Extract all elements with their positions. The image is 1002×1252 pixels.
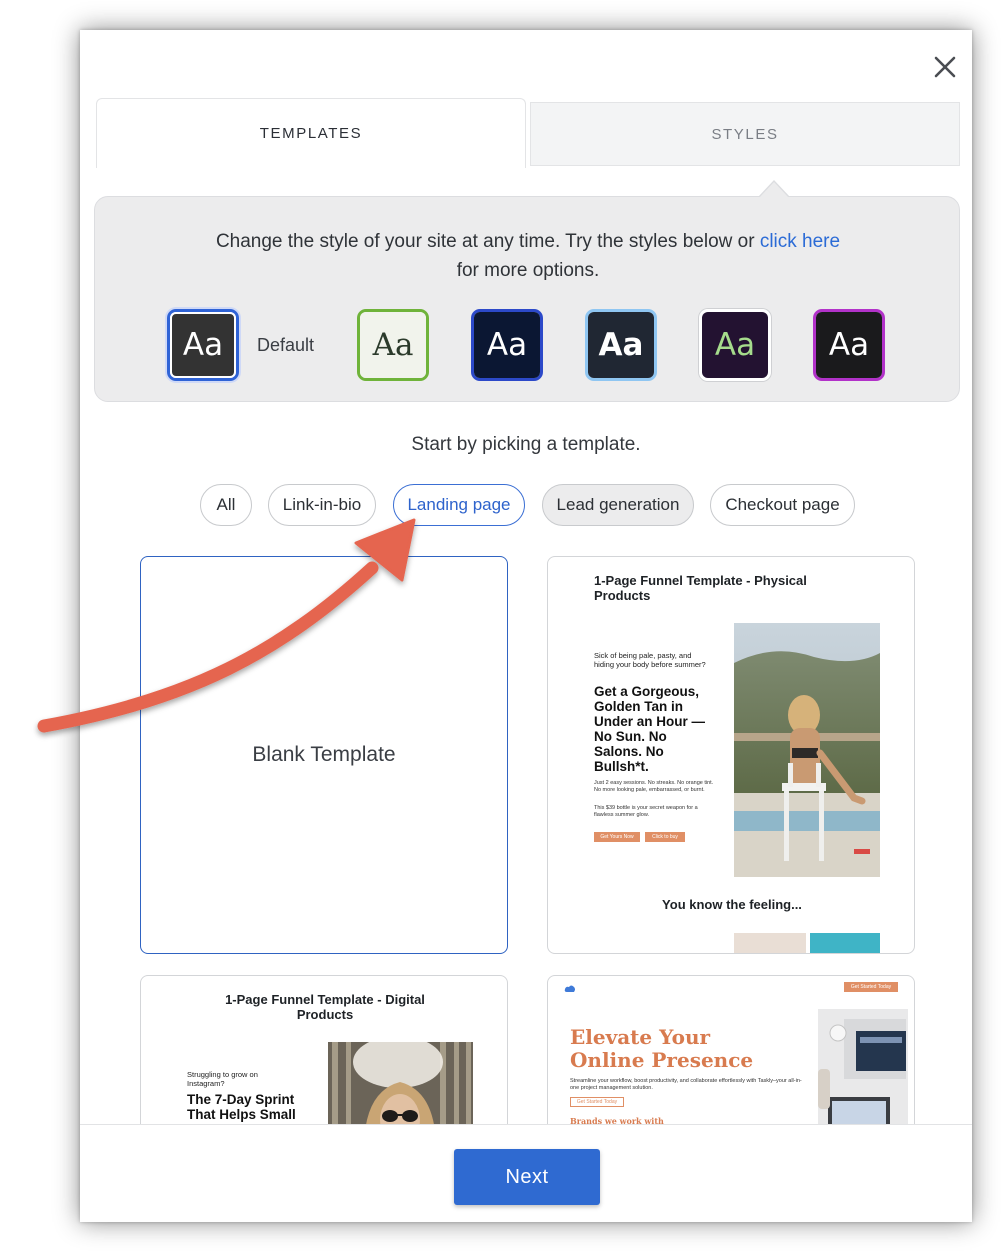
filter-all[interactable]: All	[200, 484, 252, 526]
styles-panel: Change the style of your site at any tim…	[94, 196, 960, 402]
card-get-yours-button: Get Yours Now	[594, 832, 640, 842]
cloud-logo-icon	[564, 985, 575, 992]
filter-link-in-bio[interactable]: Link-in-bio	[268, 484, 376, 526]
click-here-link[interactable]: click here	[760, 231, 840, 252]
card-title: 1-Page Funnel Template - Digital Product…	[225, 992, 425, 1022]
style-swatch-dark-blue[interactable]: Aa	[585, 309, 657, 381]
card-eyebrow: Struggling to grow on Instagram?	[187, 1070, 258, 1088]
card-headline: The 7-Day Sprint That Helps Small	[187, 1092, 296, 1122]
card-headline: Get a Gorgeous, Golden Tan in Under an H…	[594, 684, 706, 774]
card-body: Streamline your workflow, boost producti…	[570, 1078, 802, 1091]
template-picker-modal: TEMPLATES STYLES Change the style of you…	[80, 30, 972, 1222]
thumb-pool-photo	[810, 933, 880, 953]
card-click-to-buy-button: Click to buy	[645, 832, 685, 842]
modal-footer: Next	[80, 1124, 972, 1222]
panel-pointer-fill	[759, 182, 789, 198]
next-button[interactable]: Next	[454, 1149, 600, 1205]
style-swatch-magenta[interactable]: Aa	[813, 309, 885, 381]
style-swatch-navy[interactable]: Aa	[471, 309, 543, 381]
card-section-heading: You know the feeling...	[662, 897, 802, 912]
blank-template-label: Blank Template	[252, 743, 396, 766]
card-eyebrow: Sick of being pale, pasty, and hiding yo…	[594, 651, 706, 669]
card-body-1: Just 2 easy sessions. No streaks. No ora…	[594, 780, 714, 793]
tab-bar: TEMPLATES STYLES	[96, 98, 960, 168]
filter-landing-page[interactable]: Landing page	[393, 484, 525, 526]
style-swatch-default[interactable]: Aa	[167, 309, 239, 381]
card-title: 1-Page Funnel Template - Physical Produc…	[594, 573, 807, 603]
tab-templates[interactable]: TEMPLATES	[96, 98, 526, 168]
tab-styles[interactable]: STYLES	[530, 102, 960, 166]
default-style-label: Default	[257, 335, 315, 355]
card-headline: Elevate Your Online Presence	[570, 1025, 754, 1072]
filter-checkout-page[interactable]: Checkout page	[710, 484, 855, 526]
close-icon[interactable]	[930, 52, 960, 82]
card-top-get-started-button: Get Started Today	[844, 982, 898, 992]
style-swatch-serif-green[interactable]: Aa	[357, 309, 429, 381]
card-cta-button: Get Started Today	[570, 1097, 624, 1107]
thumb-skin-photo	[734, 933, 806, 953]
beach-woman-photo	[734, 623, 880, 877]
styles-panel-text: Change the style of your site at any tim…	[215, 231, 841, 281]
card-body-2: This $39 bottle is your secret weapon fo…	[594, 805, 698, 818]
filter-lead-generation[interactable]: Lead generation	[542, 484, 694, 526]
template-card-blank[interactable]: Blank Template	[140, 556, 508, 954]
style-swatch-plum[interactable]: Aa	[699, 309, 771, 381]
template-card-physical-products[interactable]: 1-Page Funnel Template - Physical Produc…	[547, 556, 915, 954]
pick-template-prompt: Start by picking a template.	[411, 434, 641, 455]
